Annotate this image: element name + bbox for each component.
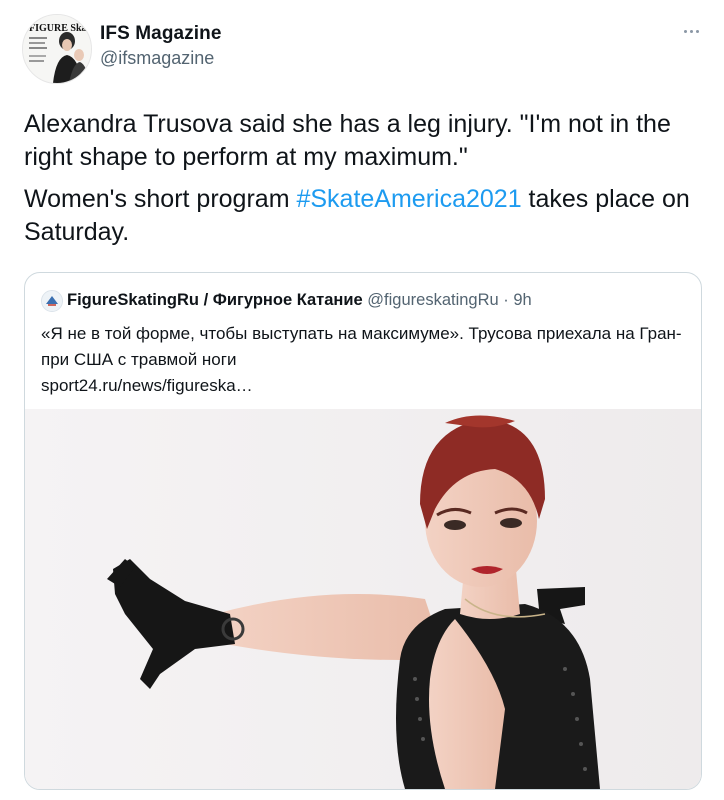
tweet: FIGURE Skating IFS Magazine @ifsmagazine… xyxy=(0,0,724,800)
quoted-header: FigureSkatingRu / Фигурное Катание @figu… xyxy=(67,291,532,310)
tweet-text: Alexandra Trusova said she has a leg inj… xyxy=(24,108,704,258)
quoted-text-body: «Я не в той форме, чтобы выступать на ма… xyxy=(41,324,682,369)
quoted-photo[interactable] xyxy=(25,409,701,789)
quoted-author-name[interactable]: FigureSkatingRu / Фигурное Катание xyxy=(67,291,363,309)
quoted-separator: · xyxy=(498,291,514,309)
quoted-link[interactable]: sport24.ru/news/figureska… xyxy=(41,373,691,399)
tweet-text-paragraph-2: Women's short program #SkateAmerica2021 … xyxy=(24,183,704,249)
author-name[interactable]: IFS Magazine xyxy=(100,23,222,45)
more-options-icon[interactable] xyxy=(676,20,706,42)
quoted-author-handle[interactable]: @figureskatingRu xyxy=(367,291,498,309)
tweet-text-paragraph-1: Alexandra Trusova said she has a leg inj… xyxy=(24,110,671,171)
hashtag-link[interactable]: #SkateAmerica2021 xyxy=(296,185,521,213)
quoted-text: «Я не в той форме, чтобы выступать на ма… xyxy=(41,321,691,399)
tweet-text-before-hashtag: Women's short program xyxy=(24,185,297,213)
quoted-tweet[interactable]: FigureSkatingRu / Фигурное Катание @figu… xyxy=(24,272,702,790)
svg-text:FIGURE Skating: FIGURE Skating xyxy=(29,23,91,34)
author-avatar[interactable]: FIGURE Skating xyxy=(22,14,92,84)
quoted-author-avatar[interactable] xyxy=(41,290,63,312)
author-handle[interactable]: @ifsmagazine xyxy=(100,48,214,69)
quoted-timestamp[interactable]: 9h xyxy=(513,291,531,309)
